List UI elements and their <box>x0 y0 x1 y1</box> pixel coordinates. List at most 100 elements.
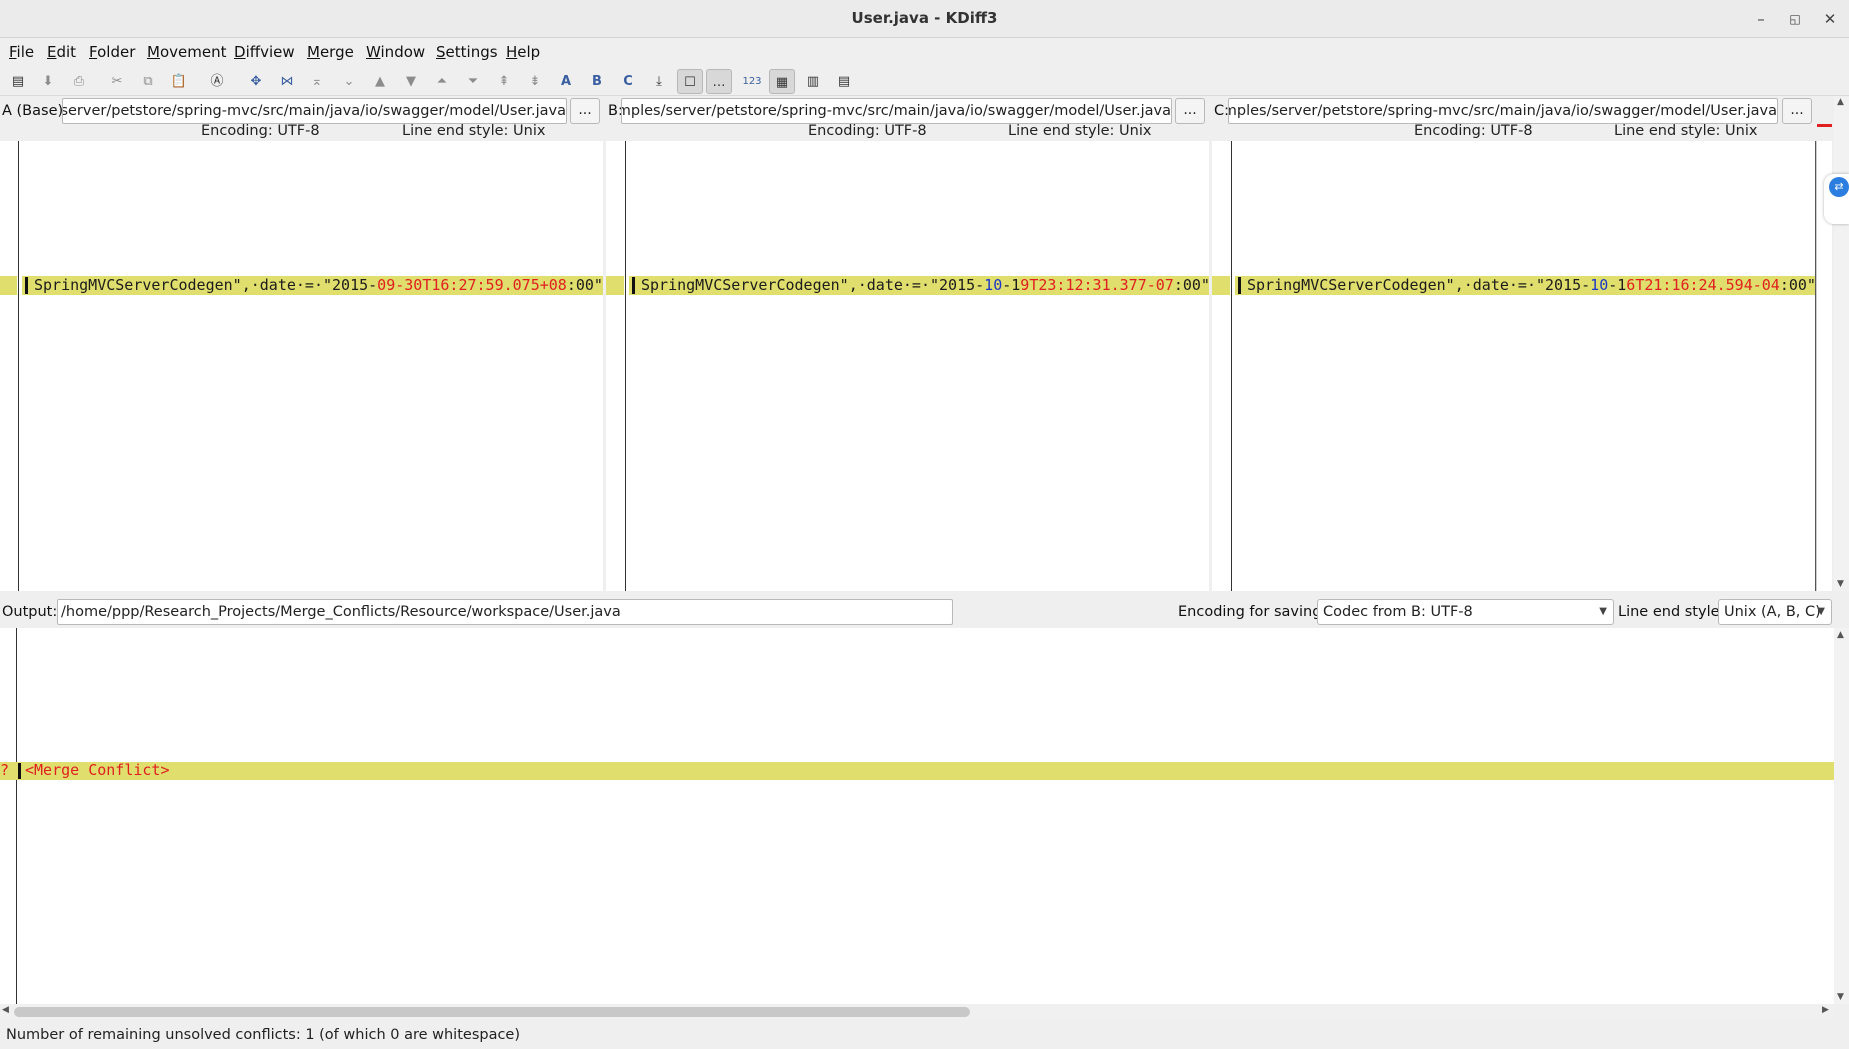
scroll-right-icon[interactable]: ▶ <box>1822 1005 1829 1015</box>
scroll-up-icon[interactable]: ▲ <box>1837 630 1844 640</box>
line-numbers-icon[interactable]: 123 <box>739 69 765 94</box>
close-icon[interactable]: ✕ <box>1819 8 1841 30</box>
pane-c-line-end: Line end style: Unix <box>1614 123 1758 139</box>
pane-b-path-input[interactable]: /samples/server/petstore/spring-mvc/src/… <box>621 98 1172 124</box>
text-cursor <box>18 763 21 779</box>
menu-merge[interactable]: Merge <box>307 38 354 66</box>
prev-conflict-icon[interactable]: ⏶ <box>429 69 455 94</box>
go-bottom-icon[interactable]: ⌄ <box>336 69 362 94</box>
select-b-icon[interactable]: B <box>584 69 610 94</box>
menu-help[interactable]: Help <box>506 38 540 66</box>
path-bar: A (Base): es/server/petstore/spring-mvc/… <box>0 97 1849 125</box>
save-icon[interactable]: ⬇ <box>35 69 61 94</box>
next-delta-icon[interactable]: ▼ <box>398 69 424 94</box>
diff-vertical-scrollbar[interactable]: ▲ ▼ <box>1834 97 1849 591</box>
pane-a-line-end: Line end style: Unix <box>402 123 546 139</box>
horizontal-scroll-thumb[interactable] <box>14 1007 970 1017</box>
text-cursor <box>25 277 28 294</box>
go-current-icon[interactable]: ✥ <box>243 69 269 94</box>
menu-settings[interactable]: Settings <box>436 38 498 66</box>
show-whitespace-icon[interactable]: ☐ <box>677 69 703 94</box>
pane-c-path-input[interactable]: /samples/server/petstore/spring-mvc/src/… <box>1228 98 1778 124</box>
status-bar: Number of remaining unsolved conflicts: … <box>0 1022 1849 1049</box>
pane-a-path-input[interactable]: es/server/petstore/spring-mvc/src/main/j… <box>62 98 567 124</box>
pane-a-label: A (Base): <box>2 103 69 119</box>
pane-b-encoding: Encoding: UTF-8 <box>808 123 927 139</box>
pane-a-conflict-line: SpringMVCServerCodegen",·date·=·"2015-09… <box>25 276 603 295</box>
pane-a-gutter-highlight <box>0 276 17 295</box>
merge-conflict-line[interactable]: <Merge Conflict> <box>25 761 170 780</box>
prev-unsolved-icon[interactable]: ⇞ <box>491 69 517 94</box>
merge-output-pane[interactable] <box>0 628 1834 1004</box>
window-title: User.java - KDiff3 <box>851 9 998 27</box>
output-gutter <box>16 628 17 1004</box>
output-conflict-highlight <box>0 762 1834 780</box>
menu-folder[interactable]: Folder <box>89 38 135 66</box>
scroll-left-icon[interactable]: ◀ <box>2 1005 9 1015</box>
chevron-down-icon: ▼ <box>1599 606 1607 617</box>
menu-file[interactable]: File <box>9 38 34 66</box>
window-b-icon[interactable]: ▥ <box>800 69 826 94</box>
find-icon[interactable]: Ⓐ <box>204 69 230 94</box>
prev-delta-icon[interactable]: ▲ <box>367 69 393 94</box>
restore-icon[interactable]: ◱ <box>1784 8 1806 30</box>
text-cursor <box>632 277 635 294</box>
copy-icon[interactable]: ⧉ <box>135 69 161 94</box>
scroll-up-icon[interactable]: ▲ <box>1837 97 1844 107</box>
output-label: Output: <box>2 604 58 620</box>
pane-c-encoding: Encoding: UTF-8 <box>1414 123 1533 139</box>
minimize-icon[interactable]: – <box>1750 8 1772 30</box>
pane-a-browse-button[interactable]: ... <box>570 98 600 124</box>
menu-movement[interactable]: Movement <box>147 38 226 66</box>
pane-c-gutter-highlight <box>1212 276 1230 295</box>
next-conflict-icon[interactable]: ⏷ <box>460 69 486 94</box>
encoding-select[interactable]: Codec from B: UTF-8 ▼ <box>1317 599 1614 625</box>
pane-b-line-end: Line end style: Unix <box>1008 123 1152 139</box>
toolbar: ▤ ⬇ ⎙ ✂ ⧉ 📋 Ⓐ ✥ ⋈ ⌅ ⌄ ▲ ▼ ⏶ ⏷ ⇞ ⇟ A B C … <box>0 66 1849 96</box>
pane-c-conflict-line: SpringMVCServerCodegen",·date·=·"2015-10… <box>1238 276 1816 295</box>
chevron-down-icon: ▼ <box>1817 606 1825 617</box>
encoding-for-saving-label: Encoding for saving: <box>1178 604 1327 620</box>
next-unsolved-icon[interactable]: ⇟ <box>522 69 548 94</box>
print-icon[interactable]: ⎙ <box>66 69 92 94</box>
pane-b-gutter <box>625 141 626 591</box>
menu-bar: File Edit Folder Movement Diffview Merge… <box>0 38 1849 66</box>
menu-edit[interactable]: Edit <box>47 38 76 66</box>
output-path-input[interactable]: /home/ppp/Research_Projects/Merge_Confli… <box>57 599 953 625</box>
pane-b-browse-button[interactable]: ... <box>1175 98 1205 124</box>
output-bar: Output: /home/ppp/Research_Projects/Merg… <box>0 598 1849 626</box>
menu-diffview[interactable]: Diffview <box>234 38 295 66</box>
select-a-icon[interactable]: A <box>553 69 579 94</box>
diff-pane-a[interactable] <box>0 141 603 591</box>
text-cursor <box>1238 277 1241 294</box>
output-vertical-scrollbar[interactable]: ▲ ▼ <box>1834 628 1849 1004</box>
pane-c-gutter <box>1231 141 1232 591</box>
scroll-down-icon[interactable]: ▼ <box>1837 579 1844 589</box>
go-top-icon[interactable]: ⌅ <box>304 69 330 94</box>
line-end-select[interactable]: Unix (A, B, C) ▼ <box>1718 599 1832 625</box>
go-center-icon[interactable]: ⋈ <box>274 69 300 94</box>
paste-icon[interactable]: 📋 <box>166 69 192 94</box>
horizontal-scrollbar[interactable]: ◀ ▶ <box>0 1004 1834 1020</box>
pane-a-gutter <box>18 141 19 591</box>
pane-b-conflict-line: SpringMVCServerCodegen",·date·=·"2015-10… <box>632 276 1210 295</box>
scroll-down-icon[interactable]: ▼ <box>1837 992 1844 1002</box>
open-icon[interactable]: ▤ <box>5 69 31 94</box>
line-end-style-label: Line end style: <box>1618 604 1725 620</box>
select-c-icon[interactable]: C <box>615 69 641 94</box>
window-c-icon[interactable]: ▤ <box>831 69 857 94</box>
diff-pane-c[interactable] <box>1212 141 1815 591</box>
teamviewer-widget[interactable]: ⇄ <box>1824 174 1849 224</box>
pane-c-label: C: <box>1214 103 1230 119</box>
auto-advance-icon[interactable]: ⤓ <box>646 69 672 94</box>
menu-window[interactable]: Window <box>366 38 425 66</box>
pane-a-encoding: Encoding: UTF-8 <box>201 123 320 139</box>
pane-c-browse-button[interactable]: ... <box>1782 98 1812 124</box>
teamviewer-icon: ⇄ <box>1829 177 1849 197</box>
window-a-icon[interactable]: ▦ <box>769 69 795 94</box>
cut-icon[interactable]: ✂ <box>104 69 130 94</box>
overview-conflict-marker <box>1817 124 1832 127</box>
diff-pane-b[interactable] <box>606 141 1209 591</box>
show-whitespace-chars-icon[interactable]: … <box>706 69 732 94</box>
title-bar: User.java - KDiff3 – ◱ ✕ <box>0 0 1849 38</box>
